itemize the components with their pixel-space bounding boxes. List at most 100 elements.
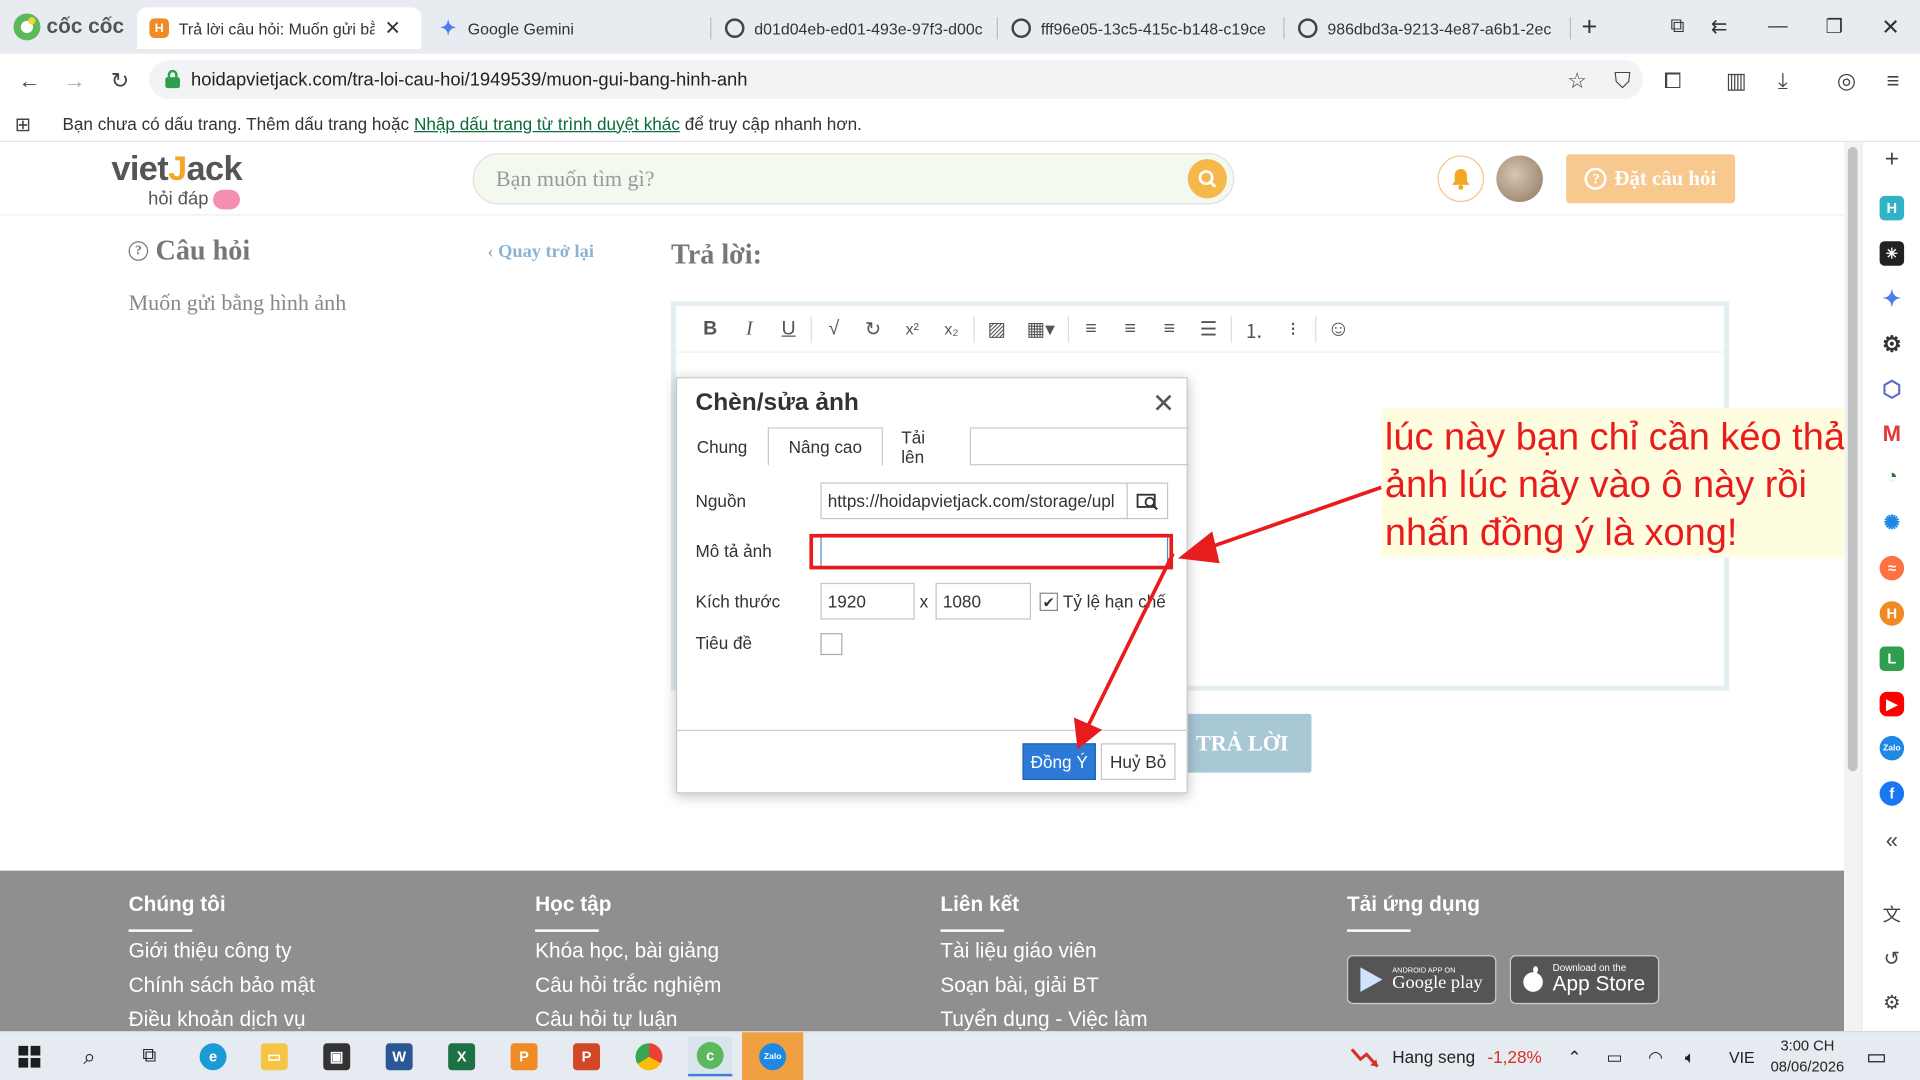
apps-grid-icon[interactable]: ⊞ bbox=[15, 113, 31, 137]
notification-bell-icon[interactable] bbox=[1437, 155, 1485, 203]
facebook-icon[interactable]: f bbox=[1879, 781, 1905, 806]
width-input[interactable]: 1920 bbox=[820, 582, 915, 620]
align-justify-icon[interactable]: ☰ bbox=[1189, 310, 1228, 347]
footer-link[interactable]: Giới thiệu công ty bbox=[129, 934, 315, 968]
bookmark-star-icon[interactable]: ☆ bbox=[1560, 64, 1594, 98]
image-icon[interactable]: ▨ bbox=[977, 310, 1016, 347]
zalo-taskbar-icon[interactable]: Zalo bbox=[742, 1032, 804, 1080]
formula-icon[interactable]: √ bbox=[814, 310, 853, 347]
hexagon-app-icon[interactable]: ⬡ bbox=[1880, 377, 1904, 401]
badge-app-icon[interactable]: ✺ bbox=[1880, 511, 1904, 535]
tab-doc-2[interactable]: fff96e05-13c5-415c-b148-c19ce bbox=[999, 7, 1281, 49]
google-play-button[interactable]: ANDROID APP ON Google play bbox=[1346, 955, 1497, 1005]
gemini-icon[interactable]: ✦ bbox=[1880, 286, 1904, 311]
scrollbar-thumb[interactable] bbox=[1847, 146, 1858, 772]
add-sidebar-icon[interactable]: + bbox=[1880, 145, 1904, 172]
dialog-tab-advanced[interactable]: Nâng cao bbox=[767, 427, 883, 466]
stock-widget[interactable]: Hang seng -1,28% bbox=[1350, 1032, 1542, 1080]
pdf-app-icon[interactable]: P bbox=[502, 1037, 546, 1076]
tab-doc-3[interactable]: 986dbd3a-9213-4e87-a6b1-2ec bbox=[1286, 7, 1568, 49]
search-button[interactable] bbox=[1187, 159, 1227, 199]
align-center-icon[interactable]: ≡ bbox=[1111, 310, 1150, 347]
height-input[interactable]: 1080 bbox=[935, 582, 1032, 620]
restore-icon[interactable]: ❐ bbox=[1810, 10, 1859, 44]
dialog-close-icon[interactable]: ✕ bbox=[1152, 388, 1175, 420]
edge-icon[interactable]: e bbox=[191, 1037, 235, 1076]
dialog-tab-general[interactable]: Chung bbox=[678, 427, 764, 465]
page-scrollbar[interactable] bbox=[1844, 142, 1862, 1032]
tab-active[interactable]: H Trả lời câu hỏi: Muốn gửi bằng hình ản… bbox=[137, 7, 422, 49]
chrome-icon[interactable] bbox=[627, 1037, 671, 1076]
emoji-icon[interactable]: ☺ bbox=[1319, 310, 1358, 347]
zalo-icon[interactable]: Zalo bbox=[1879, 735, 1905, 761]
dialog-tab-upload[interactable]: Tải lên bbox=[883, 427, 972, 466]
browse-button[interactable] bbox=[1126, 482, 1169, 520]
back-link[interactable]: ‹ Quay trở lại bbox=[487, 242, 594, 263]
wifi-icon[interactable]: ◠ bbox=[1648, 1032, 1663, 1080]
store-icon[interactable]: ▣ bbox=[315, 1037, 359, 1076]
search-input[interactable]: Bạn muốn tìm gì? bbox=[472, 153, 1235, 205]
h-app-icon[interactable]: H bbox=[1879, 195, 1905, 221]
coccoc-logo[interactable]: cốc cốc bbox=[12, 12, 124, 41]
bold-icon[interactable]: B bbox=[691, 310, 730, 347]
hoidap-icon[interactable]: H bbox=[1879, 601, 1905, 626]
coccoc-taskbar-icon[interactable]: c bbox=[688, 1037, 733, 1077]
align-right-icon[interactable]: ≡ bbox=[1150, 310, 1189, 347]
youtube-icon[interactable]: ▶ bbox=[1879, 691, 1905, 717]
shield-icon[interactable]: ⛉ bbox=[1605, 64, 1639, 98]
extensions-icon[interactable]: ⧠ bbox=[1656, 64, 1690, 98]
footer-link[interactable]: Điều khoản dịch vụ bbox=[129, 1003, 315, 1031]
footer-link[interactable]: Câu hỏi trắc nghiệm bbox=[535, 969, 721, 1003]
superscript-icon[interactable]: x² bbox=[893, 310, 932, 347]
align-left-icon[interactable]: ≡ bbox=[1071, 310, 1110, 347]
title-checkbox[interactable] bbox=[820, 633, 843, 656]
address-bar[interactable]: hoidapvietjack.com/tra-loi-cau-hoi/19495… bbox=[149, 60, 1644, 100]
battery-icon[interactable]: ▭ bbox=[1607, 1032, 1623, 1080]
tab-close-icon[interactable]: ✕ bbox=[384, 16, 400, 40]
italic-icon[interactable]: I bbox=[730, 310, 769, 347]
notifications-icon[interactable]: ▭ bbox=[1866, 1032, 1887, 1080]
translate-icon[interactable]: 文 bbox=[1880, 901, 1904, 925]
subscript-icon[interactable]: x₂ bbox=[932, 310, 971, 347]
shopee-icon[interactable]: ≈ bbox=[1879, 555, 1905, 581]
underline-icon[interactable]: U bbox=[769, 310, 808, 347]
volume-icon[interactable]: 🔈︎ bbox=[1685, 1032, 1695, 1080]
collapse-sidebar-icon[interactable]: « bbox=[1880, 827, 1904, 852]
search-taskbar-icon[interactable]: ⌕ bbox=[67, 1037, 111, 1076]
bullet-list-icon[interactable]: ⁝ bbox=[1273, 310, 1312, 347]
download-icon[interactable]: ⤓ bbox=[1766, 64, 1800, 98]
l-app-icon[interactable]: L bbox=[1879, 646, 1905, 672]
avatar[interactable] bbox=[1496, 155, 1543, 203]
tab-doc-1[interactable]: d01d04eb-ed01-493e-97f3-d00c bbox=[713, 7, 995, 49]
table-icon[interactable]: ▦▾ bbox=[1016, 310, 1065, 347]
menu-icon[interactable]: ≡ bbox=[1876, 64, 1910, 98]
back-tabs-icon[interactable]: ⇇ bbox=[1695, 10, 1744, 44]
ok-button[interactable]: Đồng Ý bbox=[1022, 743, 1096, 781]
word-icon[interactable]: W bbox=[377, 1037, 421, 1076]
submit-answer-button[interactable]: TRẢ LỜI bbox=[1173, 713, 1312, 773]
site-logo[interactable]: vietJack bbox=[111, 149, 242, 188]
footer-link[interactable]: Tài liệu giáo viên bbox=[940, 934, 1147, 968]
settings-gear-icon[interactable]: ⚙ bbox=[1880, 991, 1904, 1015]
tab-gemini[interactable]: ✦ Google Gemini bbox=[426, 7, 708, 49]
footer-link[interactable]: Tuyển dụng - Việc làm bbox=[940, 1003, 1147, 1031]
excel-icon[interactable]: X bbox=[440, 1037, 484, 1076]
file-explorer-icon[interactable]: ▭ bbox=[252, 1037, 296, 1076]
clock[interactable]: 3:00 CH 08/06/2026 bbox=[1771, 1032, 1845, 1080]
close-window-icon[interactable]: ✕ bbox=[1866, 10, 1915, 44]
ask-question-button[interactable]: ? Đặt câu hỏi bbox=[1566, 154, 1736, 204]
footer-link[interactable]: Chính sách bảo mật bbox=[129, 969, 315, 1003]
snowflake-app-icon[interactable]: ✳ bbox=[1879, 241, 1905, 266]
source-input[interactable]: https://hoidapvietjack.com/storage/upl bbox=[820, 482, 1128, 520]
task-view-icon[interactable]: ⧉ bbox=[127, 1037, 171, 1076]
new-tab-icon[interactable]: + bbox=[1565, 10, 1614, 44]
footer-link[interactable]: Khóa học, bài giảng bbox=[535, 934, 721, 968]
history-icon[interactable]: ↺ bbox=[1880, 947, 1904, 971]
chatgpt-icon[interactable]: ⚙ bbox=[1880, 331, 1904, 356]
reload-icon[interactable]: ↻ bbox=[103, 64, 137, 98]
ratio-checkbox[interactable]: ✔ bbox=[1039, 592, 1058, 612]
language-indicator[interactable]: VIE bbox=[1729, 1032, 1755, 1080]
forward-icon[interactable]: → bbox=[58, 64, 92, 98]
windows-start-icon[interactable] bbox=[7, 1037, 51, 1076]
tray-chevron-icon[interactable]: ⌃ bbox=[1567, 1032, 1581, 1080]
